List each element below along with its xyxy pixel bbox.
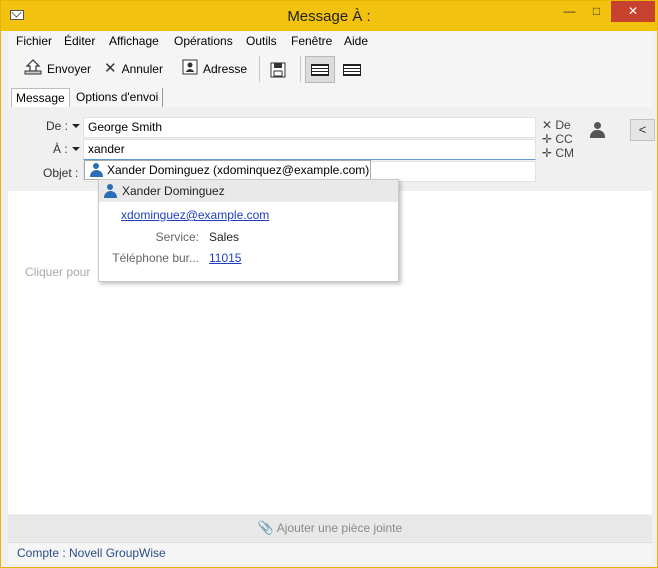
toolbar: Envoyer ✕ Annuler Adresse xyxy=(8,52,652,85)
send-button[interactable]: Envoyer xyxy=(24,57,91,81)
contact-card-popup: Xander Dominguez xdominguez@example.com … xyxy=(98,179,399,282)
tab-send-options[interactable]: Options d'envoi xyxy=(72,88,164,108)
close-button[interactable]: ✕ xyxy=(611,1,655,22)
cancel-button[interactable]: ✕ Annuler xyxy=(104,57,163,81)
send-label: Envoyer xyxy=(47,62,92,76)
plain-view-icon xyxy=(343,63,361,76)
plus-icon: ✛ xyxy=(542,132,556,146)
from-label: De : xyxy=(46,119,69,133)
chevron-left-icon: < xyxy=(638,122,647,137)
address-label: Adresse xyxy=(203,62,248,76)
compose-window: Message À : — □ ✕ Fichier Éditer Afficha… xyxy=(0,0,658,568)
formatted-view-icon xyxy=(311,63,329,76)
menu-affichage[interactable]: Affichage xyxy=(109,34,159,48)
to-label: À : xyxy=(53,142,68,156)
remove-from-link[interactable]: ✕ De xyxy=(542,118,571,132)
address-button[interactable]: Adresse xyxy=(182,57,247,81)
toolbar-separator xyxy=(300,56,301,82)
menu-fichier[interactable]: Fichier xyxy=(16,34,52,48)
chevron-down-icon xyxy=(72,124,81,128)
cancel-x-icon: ✕ xyxy=(104,60,117,77)
contact-name: Xander Dominguez xyxy=(122,184,225,198)
toolbar-separator xyxy=(259,56,260,82)
to-field[interactable]: xander xyxy=(83,139,536,160)
status-bar: Compte : Novell GroupWise xyxy=(8,542,652,564)
menu-outils[interactable]: Outils xyxy=(246,34,277,48)
suggestion-text: Xander Dominguez (xdominquez@example.com… xyxy=(107,163,370,177)
menu-operations[interactable]: Opérations xyxy=(174,34,233,48)
contact-card-header: Xander Dominguez xyxy=(99,180,398,202)
from-dropdown[interactable]: De : xyxy=(46,119,81,133)
contact-email-link[interactable]: xdominguez@example.com xyxy=(121,208,269,222)
tab-message[interactable]: Message xyxy=(11,88,70,108)
body-placeholder: Cliquer pour xyxy=(25,265,91,279)
address-book-icon xyxy=(182,59,198,79)
paperclip-icon: 📎 xyxy=(257,520,275,535)
menu-bar: Fichier Éditer Affichage Opérations Outi… xyxy=(8,31,652,52)
save-floppy-icon xyxy=(270,62,286,77)
person-icon xyxy=(103,184,117,198)
title-bar: Message À : — □ ✕ xyxy=(1,1,657,31)
menu-aide[interactable]: Aide xyxy=(344,34,368,48)
view-formatted-button[interactable] xyxy=(305,56,335,83)
chevron-down-icon xyxy=(71,147,80,151)
service-label: Service: xyxy=(155,230,199,244)
close-icon: ✕ xyxy=(542,118,556,132)
attach-label: Ajouter une pièce jointe xyxy=(276,521,403,535)
add-bc-link[interactable]: ✛ CM xyxy=(542,146,574,160)
plus-icon: ✛ xyxy=(542,146,556,160)
save-draft-button[interactable] xyxy=(263,56,293,83)
minimize-button[interactable]: — xyxy=(556,1,583,22)
cancel-label: Annuler xyxy=(121,62,163,76)
phone-link[interactable]: 11015 xyxy=(209,251,241,265)
menu-editer[interactable]: Éditer xyxy=(64,34,95,48)
to-dropdown[interactable]: À : xyxy=(53,142,80,156)
subject-label: Objet : xyxy=(43,166,79,180)
send-icon xyxy=(24,59,42,79)
autocomplete-suggestion[interactable]: Xander Dominguez (xdominquez@example.com… xyxy=(84,160,371,180)
menu-fenetre[interactable]: Fenêtre xyxy=(291,34,332,48)
collapse-panel-button[interactable]: < xyxy=(630,119,655,141)
contact-person-icon[interactable] xyxy=(589,122,605,138)
from-field[interactable]: George Smith xyxy=(83,117,536,138)
phone-label: Téléphone bur... xyxy=(112,251,199,265)
person-icon xyxy=(89,163,103,177)
attach-button[interactable]: 📎 Ajouter une pièce jointe xyxy=(8,515,652,541)
tab-strip: Message Options d'envoi xyxy=(8,85,652,108)
maximize-button[interactable]: □ xyxy=(583,1,610,22)
view-plain-button[interactable] xyxy=(337,56,367,83)
add-cc-link[interactable]: ✛ CC xyxy=(542,132,573,146)
service-value: Sales xyxy=(209,230,240,244)
